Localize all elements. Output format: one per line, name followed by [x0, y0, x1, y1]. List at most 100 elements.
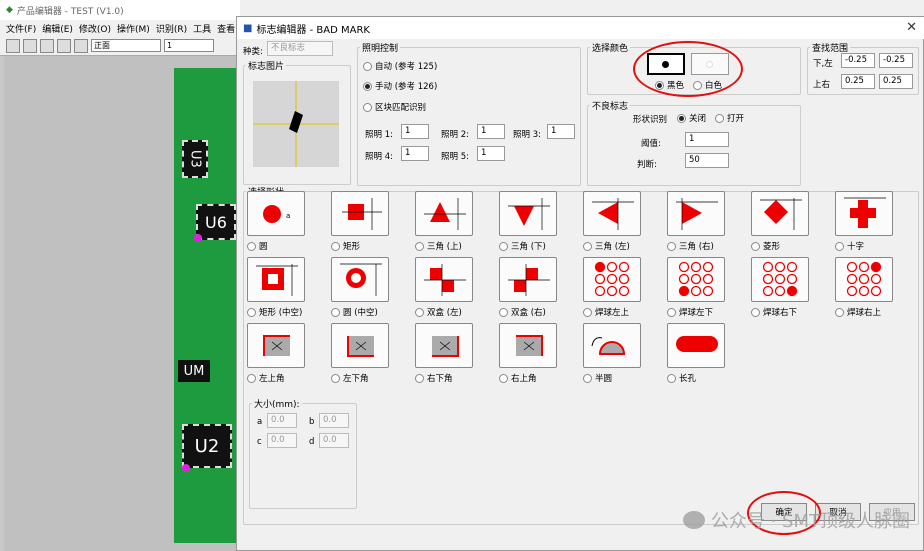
- shape-radio-ball-br[interactable]: 焊球右下: [751, 306, 797, 318]
- shape-button-tri-right[interactable]: [667, 191, 725, 236]
- radio-recog-off[interactable]: 关闭: [677, 112, 706, 124]
- radio-circle: [583, 373, 592, 383]
- shape-radio-corner-tl[interactable]: 左上角: [247, 372, 285, 384]
- chip-um[interactable]: UM: [178, 360, 210, 382]
- size-legend: 大小(mm):: [254, 400, 300, 410]
- slot-icon: [676, 336, 718, 352]
- menu-modify[interactable]: 修改(O): [79, 22, 111, 35]
- size-d-input[interactable]: 0.0: [319, 433, 349, 448]
- radio-auto-light[interactable]: 自动 (参考 125): [363, 60, 437, 72]
- menu-operate[interactable]: 操作(M): [117, 22, 150, 35]
- layer-combo[interactable]: 1: [164, 39, 214, 52]
- shape-radio-circle-hollow[interactable]: 圆 (中空): [331, 306, 378, 318]
- radio-circle: [751, 307, 760, 317]
- close-icon[interactable]: ✕: [906, 20, 917, 35]
- shape-button-circle[interactable]: a: [247, 191, 305, 236]
- shape-button-semicircle[interactable]: [583, 323, 641, 368]
- pen-icon[interactable]: [40, 38, 54, 53]
- shape-radio-slot[interactable]: 长孔: [667, 372, 696, 384]
- shape-label: 菱形: [763, 242, 781, 252]
- threshold-input[interactable]: 1: [685, 132, 729, 147]
- shape-button-circle-hollow[interactable]: [331, 257, 389, 302]
- light3-input[interactable]: 1: [547, 124, 575, 139]
- shape-button-tri-up[interactable]: [415, 191, 473, 236]
- save-icon[interactable]: [6, 38, 20, 53]
- print-icon[interactable]: [23, 38, 37, 53]
- radio-circle: [583, 241, 592, 251]
- radio-circle: [363, 102, 372, 112]
- shape-button-tri-left[interactable]: [583, 191, 641, 236]
- shape-button-tri-down[interactable]: [499, 191, 557, 236]
- shape-radio-rect[interactable]: 矩形: [331, 240, 360, 252]
- menu-edit[interactable]: 编辑(E): [42, 22, 73, 35]
- shape-button-rect-hollow[interactable]: [247, 257, 305, 302]
- light3-label: 照明 3:: [513, 130, 541, 140]
- background-app-title: 产品编辑器 - TEST (V1.0): [16, 6, 124, 17]
- shape-button-corner-tr[interactable]: [499, 323, 557, 368]
- shape-button-diamond[interactable]: [751, 191, 809, 236]
- menu-recognize[interactable]: 识别(R): [156, 22, 187, 35]
- menu-view[interactable]: 查看: [217, 22, 235, 35]
- shape-radio-tri-up[interactable]: 三角 (上): [415, 240, 462, 252]
- cut-icon[interactable]: [74, 38, 88, 53]
- light1-input[interactable]: 1: [401, 124, 429, 139]
- shape-radio-tri-down[interactable]: 三角 (下): [499, 240, 546, 252]
- highlight-circle-color: [633, 41, 743, 97]
- shape-radio-diamond[interactable]: 菱形: [751, 240, 780, 252]
- shape-button-corner-bl[interactable]: [331, 323, 389, 368]
- shape-radio-dbox-left[interactable]: 双盒 (左): [415, 306, 462, 318]
- menu-file[interactable]: 文件(F): [6, 22, 36, 35]
- light2-input[interactable]: 1: [477, 124, 505, 139]
- side-combo[interactable]: 正面: [91, 39, 161, 52]
- shape-radio-dbox-right[interactable]: 双盒 (右): [499, 306, 546, 318]
- chip-u3[interactable]: U3: [182, 140, 208, 178]
- radio-block-match[interactable]: 区块匹配识别: [363, 101, 426, 113]
- shape-button-slot[interactable]: [667, 323, 725, 368]
- chip-u6[interactable]: U6: [196, 204, 236, 240]
- search-left-input[interactable]: -0.25: [879, 53, 913, 68]
- search-lower-input[interactable]: -0.25: [841, 53, 875, 68]
- tri-down-icon: [508, 198, 550, 230]
- search-right-input[interactable]: 0.25: [879, 74, 913, 89]
- shape-radio-corner-bl[interactable]: 左下角: [331, 372, 369, 384]
- light5-input[interactable]: 1: [477, 146, 505, 161]
- size-b-input[interactable]: 0.0: [319, 413, 349, 428]
- shape-radio-tri-right[interactable]: 三角 (右): [667, 240, 714, 252]
- size-c-input[interactable]: 0.0: [267, 433, 297, 448]
- shape-button-ball-tr[interactable]: [835, 257, 893, 302]
- shape-radio-rect-hollow[interactable]: 矩形 (中空): [247, 306, 302, 318]
- shape-radio-semicircle[interactable]: 半圆: [583, 372, 612, 384]
- shape-radio-ball-tl[interactable]: 焊球左上: [583, 306, 629, 318]
- radio-recog-on[interactable]: 打开: [715, 112, 744, 124]
- judge-input[interactable]: 50: [685, 153, 729, 168]
- shape-button-corner-br[interactable]: [415, 323, 473, 368]
- chip-u2[interactable]: U2: [182, 424, 232, 468]
- shape-radio-ball-bl[interactable]: 焊球左下: [667, 306, 713, 318]
- light4-input[interactable]: 1: [401, 146, 429, 161]
- menu-tools[interactable]: 工具: [193, 22, 211, 35]
- shape-radio-corner-br[interactable]: 右下角: [415, 372, 453, 384]
- shape-button-cross[interactable]: [835, 191, 893, 236]
- search-upper-input[interactable]: 0.25: [841, 74, 875, 89]
- size-a-input[interactable]: 0.0: [267, 413, 297, 428]
- grid-icon[interactable]: [57, 38, 71, 53]
- shape-radio-tri-left[interactable]: 三角 (左): [583, 240, 630, 252]
- radio-manual-light[interactable]: 手动 (参考 126): [363, 80, 437, 92]
- shape-button-corner-tl[interactable]: [247, 323, 305, 368]
- shape-radio-circle[interactable]: 圆: [247, 240, 268, 252]
- radio-circle: [499, 373, 508, 383]
- shape-radio-ball-tr[interactable]: 焊球右上: [835, 306, 881, 318]
- shape-button-dbox-right[interactable]: [499, 257, 557, 302]
- radio-circle: [499, 307, 508, 317]
- shape-radio-cross[interactable]: 十字: [835, 240, 864, 252]
- ball-br-icon: [762, 261, 798, 297]
- shape-label: 双盒 (右): [511, 308, 546, 318]
- shape-button-dbox-left[interactable]: [415, 257, 473, 302]
- shape-button-rect[interactable]: [331, 191, 389, 236]
- shape-radio-corner-tr[interactable]: 右上角: [499, 372, 537, 384]
- shape-button-ball-br[interactable]: [751, 257, 809, 302]
- shape-label: 长孔: [679, 374, 697, 384]
- shape-button-ball-bl[interactable]: [667, 257, 725, 302]
- shape-button-ball-tl[interactable]: [583, 257, 641, 302]
- shape-label: 左下角: [343, 374, 369, 384]
